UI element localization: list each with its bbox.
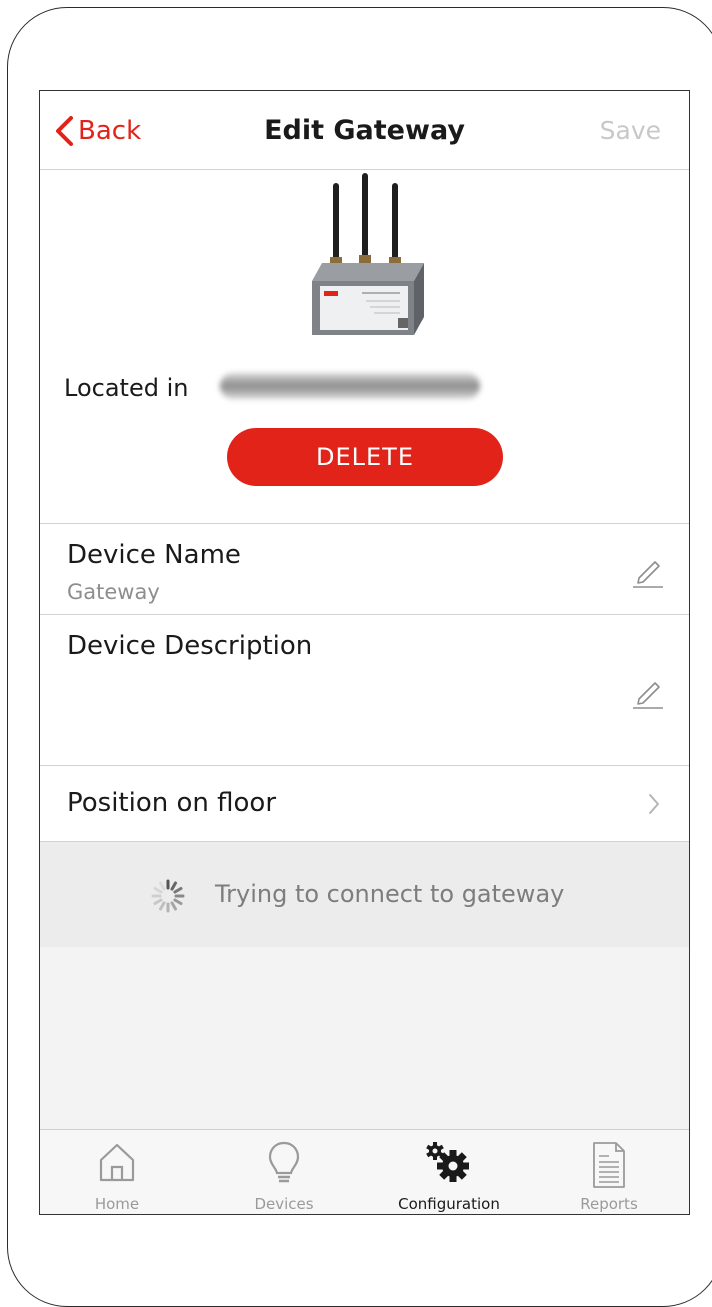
document-icon (593, 1142, 625, 1188)
pencil-icon[interactable] (631, 554, 665, 588)
connection-status-bar: Trying to connect to gateway (40, 841, 689, 948)
page-title: Edit Gateway (264, 115, 465, 146)
tab-home-label: Home (94, 1195, 140, 1213)
spinner-icon (151, 879, 185, 913)
tab-reports[interactable]: Reports (534, 1130, 684, 1214)
connection-status-text: Trying to connect to gateway (215, 880, 565, 908)
app-screen: Back Edit Gateway Save Located in DELETE… (39, 90, 690, 1215)
position-on-floor-row[interactable]: Position on floor (40, 765, 689, 842)
save-button[interactable]: Save (600, 116, 661, 145)
gears-icon (426, 1142, 469, 1182)
chevron-right-icon (649, 794, 659, 814)
device-name-label: Device Name (67, 540, 241, 570)
tab-devices[interactable]: Devices (209, 1130, 359, 1214)
navigation-bar: Back Edit Gateway Save (40, 91, 689, 170)
device-description-label: Device Description (67, 631, 313, 661)
tab-bar: Home Devices Configuration Reports (40, 1129, 689, 1214)
located-in-value-redacted (220, 373, 480, 399)
device-description-row[interactable]: Device Description (40, 614, 689, 765)
tab-configuration-label: Configuration (398, 1195, 500, 1213)
lightbulb-icon (268, 1141, 300, 1183)
pencil-icon[interactable] (631, 675, 665, 709)
located-in-label: Located in (64, 374, 189, 402)
device-name-value: Gateway (67, 580, 160, 604)
device-name-row[interactable]: Device Name Gateway (40, 523, 689, 614)
empty-content-area (40, 947, 689, 1129)
position-on-floor-label: Position on floor (67, 788, 277, 818)
tab-reports-label: Reports (580, 1195, 638, 1213)
tab-devices-label: Devices (254, 1195, 314, 1213)
home-icon (99, 1143, 135, 1182)
tab-home[interactable]: Home (42, 1130, 192, 1214)
gateway-device-image (312, 173, 424, 335)
tab-configuration[interactable]: Configuration (374, 1130, 524, 1214)
delete-button[interactable]: DELETE (227, 428, 503, 486)
